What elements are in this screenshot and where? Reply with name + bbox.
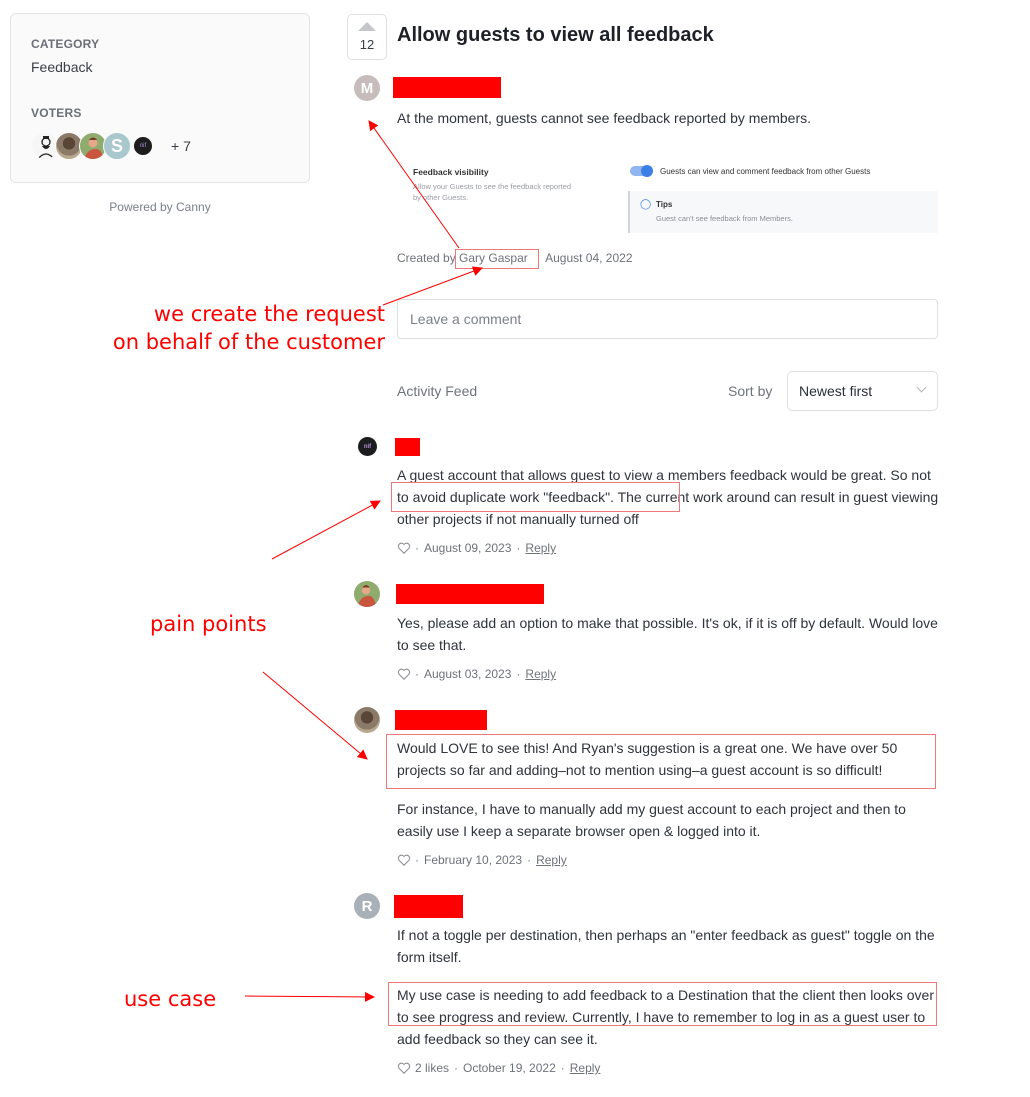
embed-title: Feedback visibility bbox=[413, 167, 489, 177]
redacted-commenter-name bbox=[395, 438, 420, 456]
highlight-created-by bbox=[455, 249, 539, 269]
heart-icon[interactable] bbox=[397, 1061, 411, 1075]
tips-title: Tips bbox=[656, 200, 673, 209]
redacted-author-name bbox=[393, 77, 501, 98]
category-label: CATEGORY bbox=[31, 37, 100, 51]
post-body: At the moment, guests cannot see feedbac… bbox=[397, 110, 811, 126]
voter-avatar-nif-logo: nif bbox=[133, 136, 153, 156]
comment-input[interactable] bbox=[397, 299, 938, 339]
post-author-avatar: M bbox=[354, 75, 380, 101]
embed-toggle-label: Guests can view and comment feedback fro… bbox=[660, 167, 871, 176]
highlight-pain-point-2 bbox=[386, 734, 936, 789]
comment-3-date: February 10, 2023 bbox=[424, 853, 523, 867]
annotation-pain-points: pain points bbox=[150, 612, 267, 636]
sort-selected-value: Newest first bbox=[799, 383, 873, 399]
annotation-created-on-behalf: we create the request on behalf of the c… bbox=[112, 302, 385, 354]
arrow-to-pain-point-1 bbox=[271, 500, 381, 560]
powered-by-canny-link[interactable]: Powered by Canny bbox=[10, 200, 310, 214]
tips-text: Guest can't see feedback from Members. bbox=[656, 214, 793, 223]
created-by-prefix: Created by bbox=[397, 251, 456, 265]
comment-4-body-1: If not a toggle per destination, then pe… bbox=[397, 927, 935, 965]
comment-2-reply-link[interactable]: Reply bbox=[525, 667, 556, 681]
heart-icon[interactable] bbox=[397, 853, 411, 867]
upvote-arrow-icon bbox=[358, 22, 376, 31]
comment-3-meta: · February 10, 2023 · Reply bbox=[397, 853, 567, 867]
upvote-button[interactable]: 12 bbox=[347, 14, 387, 60]
comment-avatar-nif-logo: nif bbox=[358, 437, 377, 456]
voters-more-count[interactable]: + 7 bbox=[171, 138, 191, 154]
activity-feed-label: Activity Feed bbox=[397, 383, 478, 399]
arrow-to-pain-point-2 bbox=[262, 671, 368, 760]
comment-4-date: October 19, 2022 bbox=[463, 1061, 556, 1075]
comment-4-meta: 2 likes · October 19, 2022 · Reply bbox=[397, 1061, 600, 1075]
embed-toggle bbox=[630, 165, 653, 177]
comment-4-reply-link[interactable]: Reply bbox=[570, 1061, 601, 1075]
sidebar-card: CATEGORY Feedback VOTERS S nif + 7 bbox=[10, 13, 310, 183]
heart-icon[interactable] bbox=[397, 667, 411, 681]
comment-4-likes: 2 likes bbox=[415, 1061, 450, 1075]
arrow-to-use-case bbox=[244, 991, 375, 1002]
vote-count: 12 bbox=[359, 37, 375, 52]
comment-3-body-2: For instance, I have to manually add my … bbox=[397, 801, 906, 839]
voters-list[interactable]: S nif + 7 bbox=[31, 132, 191, 160]
comment-2-date: August 03, 2023 bbox=[424, 667, 512, 681]
voter-avatar-s: S bbox=[103, 132, 131, 160]
heart-icon[interactable] bbox=[397, 541, 411, 555]
lightbulb-icon: ◯ bbox=[640, 199, 652, 210]
comment-avatar-illustrated-person bbox=[354, 581, 380, 607]
embed-description: Allow your Guests to see the feedback re… bbox=[413, 182, 572, 202]
category-value[interactable]: Feedback bbox=[31, 59, 92, 75]
highlight-use-case bbox=[388, 982, 937, 1026]
embed-tips: ◯ Tips Guest can't see feedback from Mem… bbox=[628, 191, 938, 233]
highlight-pain-point-1 bbox=[391, 482, 680, 512]
redacted-commenter-name bbox=[395, 710, 487, 730]
annotation-use-case: use case bbox=[124, 987, 217, 1011]
chevron-down-icon bbox=[916, 382, 927, 393]
comment-1-meta: · August 09, 2023 · Reply bbox=[397, 541, 556, 555]
comment-3-reply-link[interactable]: Reply bbox=[536, 853, 567, 867]
sort-by-label: Sort by bbox=[728, 383, 773, 399]
voters-label: VOTERS bbox=[31, 106, 82, 120]
created-date: August 04, 2022 bbox=[545, 251, 633, 265]
comment-avatar-photo-woman bbox=[354, 707, 380, 733]
comment-avatar-r: R bbox=[354, 893, 380, 919]
comment-1-date: August 09, 2023 bbox=[424, 541, 512, 555]
comment-1-reply-link[interactable]: Reply bbox=[525, 541, 556, 555]
comment-2-body: Yes, please add an option to make that p… bbox=[397, 615, 938, 653]
embedded-screenshot: Feedback visibility Allow your Guests to… bbox=[397, 155, 938, 235]
comment-2-meta: · August 03, 2023 · Reply bbox=[397, 667, 556, 681]
redacted-commenter-name bbox=[394, 895, 463, 918]
post-title: Allow guests to view all feedback bbox=[397, 24, 714, 46]
redacted-commenter-name bbox=[396, 584, 544, 604]
sort-select[interactable]: Newest first bbox=[787, 371, 938, 411]
